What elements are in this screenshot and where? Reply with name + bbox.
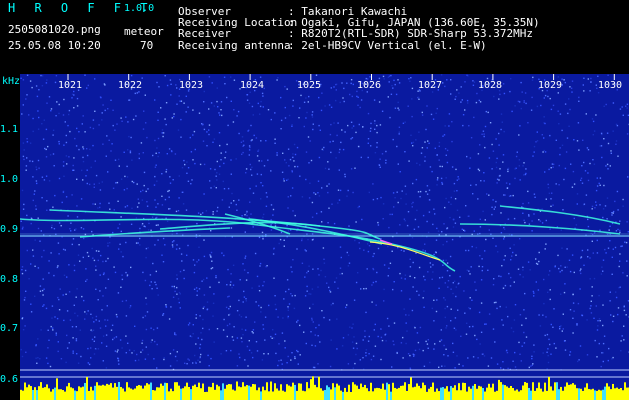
meteor-count: 70 [140,39,154,52]
x-tick: 1023 [179,80,204,91]
file-datetime: 25.05.08 10:20 [8,39,101,52]
meteor-trace [459,223,621,235]
x-tick: 1030 [598,80,623,91]
x-tick: 1029 [538,80,563,91]
app-version: 1.0.0 [124,3,155,14]
spectrogram-area [20,74,629,400]
meteor-trace-bright [369,241,441,261]
x-tick: 1028 [478,80,503,91]
info-value-antenna: : 2el-HB9CV Vertical (el. E-W) [288,39,487,52]
x-tick: 1027 [418,80,443,91]
x-tick: 1026 [357,80,382,91]
x-tick: 1025 [297,80,322,91]
y-tick: 0.6 [0,374,19,385]
y-tick: 0.9 [0,224,19,235]
meteor-trace [499,205,621,225]
x-tick: 1021 [58,80,83,91]
file-name: 2505081020.png [8,23,101,36]
y-tick: 1.1 [0,124,19,135]
y-tick: 0.7 [0,323,19,334]
x-tick: 1022 [118,80,143,91]
header-panel: H R O F F T 1.0.0 2505081020.png 25.05.0… [0,0,629,74]
y-tick: 1.0 [0,174,19,185]
y-axis: 1.1 1.0 0.9 0.8 0.7 0.6 [0,74,20,400]
meteor-label: meteor [124,25,164,38]
spectrogram-svg [20,74,629,400]
noise-layer [20,74,629,371]
x-tick: 1024 [240,80,265,91]
y-tick: 0.8 [0,274,19,285]
level-bars [20,376,629,400]
info-label-antenna: Receiving antenna [178,39,291,52]
